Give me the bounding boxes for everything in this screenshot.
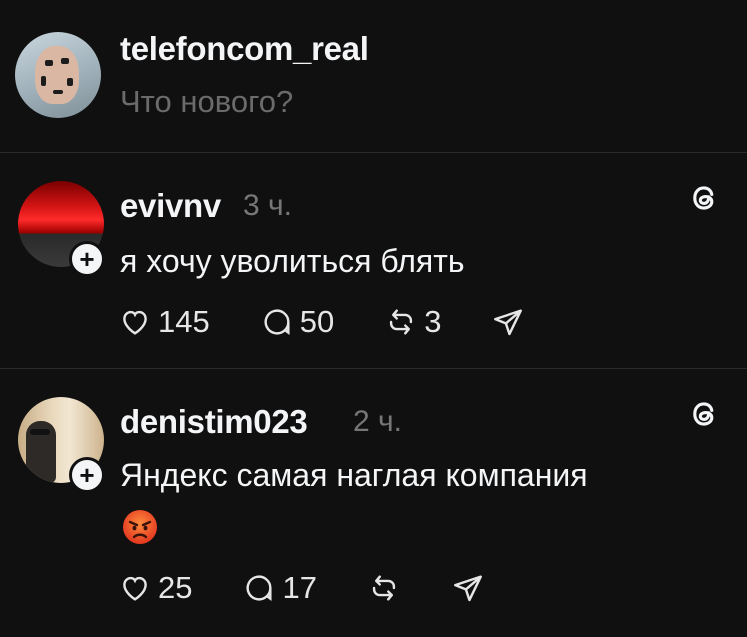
repost-count: 3: [424, 304, 442, 339]
send-icon: [494, 309, 523, 336]
comment-icon: [264, 309, 290, 336]
heart-icon: [123, 576, 147, 601]
composer-username: telefoncom_real: [120, 30, 369, 67]
post-time: 3 ч.: [243, 189, 292, 222]
post-text: Яндекс самая наглая компания: [120, 457, 588, 493]
repost-button[interactable]: 3: [384, 304, 441, 340]
like-button[interactable]: 145: [118, 304, 210, 340]
repost-button[interactable]: [367, 571, 401, 605]
threads-icon[interactable]: [687, 181, 721, 215]
reply-button[interactable]: 17: [242, 570, 317, 606]
share-button[interactable]: [491, 305, 525, 339]
post[interactable]: + denistim023 2 ч. Яндекс самая наглая к…: [0, 369, 747, 637]
follow-plus-icon[interactable]: +: [69, 457, 105, 493]
reply-count: 17: [282, 570, 317, 605]
repost-icon: [390, 309, 413, 335]
avatar-face: [35, 46, 79, 104]
heart-icon: [123, 310, 147, 335]
like-button[interactable]: 25: [118, 570, 192, 606]
follow-plus-icon[interactable]: +: [69, 241, 105, 277]
angry-face-icon: [123, 510, 157, 544]
comment-icon: [246, 575, 273, 602]
post[interactable]: + evivnv 3 ч. я хочу уволиться блять 145…: [0, 153, 747, 369]
repost-icon: [372, 575, 396, 601]
post-time: 2 ч.: [353, 405, 402, 438]
like-count: 145: [158, 304, 210, 339]
post-username[interactable]: denistim023: [120, 403, 308, 441]
send-icon: [454, 575, 482, 602]
like-count: 25: [158, 570, 193, 605]
post-username[interactable]: evivnv: [120, 187, 221, 225]
post-actions: 145 50 3: [118, 304, 575, 340]
reply-button[interactable]: 50: [260, 304, 334, 340]
post-actions: 25 17: [118, 570, 535, 606]
reply-count: 50: [299, 304, 335, 339]
user-avatar[interactable]: [15, 32, 101, 118]
post-text: я хочу уволиться блять: [120, 243, 465, 279]
share-button[interactable]: [451, 571, 485, 605]
composer-prompt[interactable]: Что нового?: [120, 84, 293, 120]
threads-icon[interactable]: [687, 397, 721, 431]
new-post-composer[interactable]: telefoncom_real Что нового?: [0, 0, 747, 153]
